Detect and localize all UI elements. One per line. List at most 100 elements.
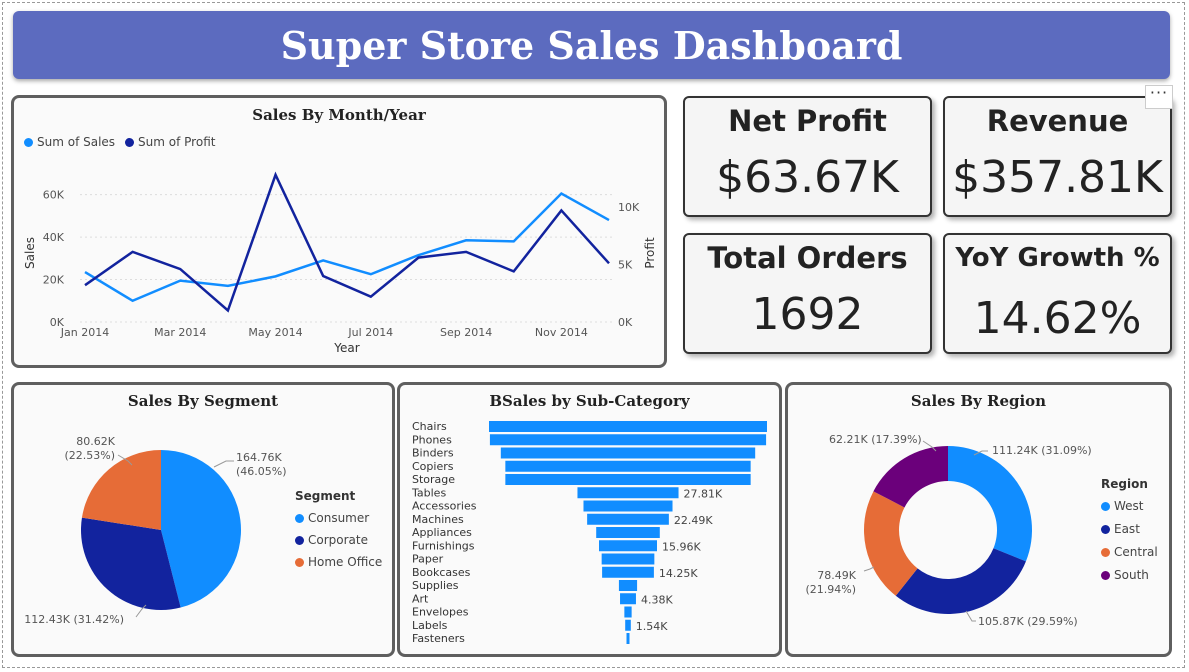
sales-by-segment-card[interactable]: Sales By Segment 164.76K (46.05%) 112.43K … — [11, 382, 395, 657]
kpi-revenue[interactable]: Revenue $357.81K — [943, 96, 1172, 217]
legend-dot-icon — [1101, 501, 1110, 511]
y2-tick-label: 10K — [618, 201, 640, 214]
bar-bookcases — [602, 566, 654, 578]
kpi-value: 14.62% — [973, 293, 1142, 344]
slice-west — [948, 446, 1032, 562]
category-label: Binders — [412, 447, 454, 460]
category-label: Art — [412, 592, 429, 605]
data-label: 164.76K — [236, 451, 282, 464]
bar-tables — [577, 487, 679, 499]
category-label: Accessories — [412, 500, 477, 513]
category-label: Copiers — [412, 460, 454, 473]
y-tick-label: 20K — [43, 274, 65, 287]
kpi-net-profit[interactable]: Net Profit $63.67K — [683, 96, 932, 217]
subcategory-funnel-chart[interactable]: ChairsPhonesBindersCopiersStorageTables 2… — [400, 385, 779, 654]
bar-labels — [625, 619, 631, 631]
legend-dot-icon — [1101, 547, 1110, 557]
legend-south[interactable]: South — [1101, 568, 1158, 582]
y2-tick-label: 0K — [618, 316, 633, 329]
bar-paper — [601, 553, 655, 565]
category-label: Supplies — [412, 579, 459, 592]
bar-appliances — [596, 527, 660, 538]
y2-axis-title: Profit — [643, 237, 657, 269]
data-label: 111.24K (31.09%) — [992, 444, 1092, 457]
legend-east[interactable]: East — [1101, 522, 1158, 536]
kpi-label: Net Profit — [728, 104, 887, 138]
category-label: Phones — [412, 433, 452, 446]
data-label-pct: (21.94%) — [805, 583, 856, 596]
data-label: 105.87K (29.59%) — [978, 615, 1078, 628]
leader-line — [863, 566, 875, 572]
bar-phones — [489, 434, 767, 446]
data-label: 22.49K — [674, 514, 713, 527]
x-tick-label: Nov 2014 — [535, 326, 588, 339]
legend-dot-icon — [1101, 524, 1110, 534]
bar-machines — [587, 513, 669, 525]
sales-by-region-card[interactable]: Sales By Region 111.24K (31.09%) 105.87K … — [785, 382, 1172, 657]
kpi-value: 1692 — [751, 289, 864, 340]
category-label: Furnishings — [412, 539, 475, 552]
profit-series-line — [84, 171, 610, 313]
kpi-yoy-growth[interactable]: YoY Growth % 14.62% — [943, 233, 1172, 354]
region-legend: Region West East Central South — [1101, 477, 1158, 582]
slice-east — [895, 548, 1026, 614]
bar-binders — [500, 447, 756, 459]
category-label: Labels — [412, 619, 448, 632]
bar-supplies — [618, 580, 638, 591]
kpi-label: YoY Growth % — [955, 243, 1160, 273]
kpi-label: Total Orders — [707, 241, 908, 275]
legend-corporate[interactable]: Corporate — [295, 533, 382, 547]
legend-dot-icon — [295, 557, 304, 567]
category-label: Tables — [411, 486, 446, 499]
data-label: 62.21K (17.39%) — [829, 433, 922, 446]
data-label: 78.49K — [817, 569, 856, 582]
legend-dot-icon — [1101, 570, 1110, 580]
kpi-value: $63.67K — [716, 152, 899, 203]
kpi-total-orders[interactable]: Total Orders 1692 — [683, 233, 932, 354]
title-banner: Super Store Sales Dashboard — [13, 11, 1170, 79]
legend-west[interactable]: West — [1101, 499, 1158, 513]
bar-furnishings — [599, 540, 657, 552]
category-label: Machines — [412, 513, 464, 526]
y-axis-title: Sales — [23, 237, 37, 269]
y2-tick-label: 5K — [618, 259, 633, 272]
kpi-label: Revenue — [986, 104, 1129, 138]
legend-consumer[interactable]: Consumer — [295, 511, 382, 525]
slice-home-office — [81, 450, 161, 530]
data-label: 27.81K — [684, 487, 723, 500]
sales-by-month-card[interactable]: Sales By Month/Year Sum of Sales Sum of … — [11, 95, 667, 368]
x-tick-label: May 2014 — [248, 326, 302, 339]
region-legend-title: Region — [1101, 477, 1148, 491]
x-tick-label: Jul 2014 — [347, 326, 393, 339]
data-label: 1.54K — [636, 620, 668, 633]
data-label: 4.38K — [641, 593, 673, 606]
y-tick-label: 40K — [43, 231, 65, 244]
bar-art — [620, 593, 636, 605]
leader-line — [213, 460, 234, 468]
data-label-pct: (22.53%) — [64, 449, 115, 462]
legend-home-office[interactable]: Home Office — [295, 555, 382, 569]
line-chart[interactable]: 0K20K40K60K0K5K10KJan 2014 Mar 2014 May 20… — [14, 98, 664, 365]
bar-chairs — [489, 421, 767, 432]
bar-copiers — [505, 460, 751, 472]
data-label: 80.62K — [76, 435, 115, 448]
more-options-icon[interactable]: ··· — [1145, 85, 1173, 109]
bar-storage — [505, 474, 751, 485]
legend-central[interactable]: Central — [1101, 545, 1158, 559]
sales-by-subcategory-card[interactable]: BSales by Sub-Category Chairs Phones Binde… — [397, 382, 782, 657]
y-tick-label: 60K — [43, 189, 65, 202]
segment-legend-title: Segment — [295, 489, 356, 503]
segment-legend: Segment Consumer Corporate Home Office — [295, 489, 382, 569]
category-label: Storage — [412, 473, 455, 486]
kpi-value: $357.81K — [952, 152, 1163, 203]
x-tick-label: Mar 2014 — [154, 326, 206, 339]
leader-line — [965, 610, 976, 622]
legend-dot-icon — [295, 513, 304, 523]
bar-envelopes — [624, 606, 632, 618]
category-label: Chairs — [412, 420, 447, 433]
data-label: 14.25K — [659, 567, 698, 580]
data-label-pct: (46.05%) — [236, 465, 287, 478]
category-label: Paper — [412, 553, 444, 566]
data-label: 15.96K — [662, 540, 701, 553]
category-label: Bookcases — [412, 566, 471, 579]
